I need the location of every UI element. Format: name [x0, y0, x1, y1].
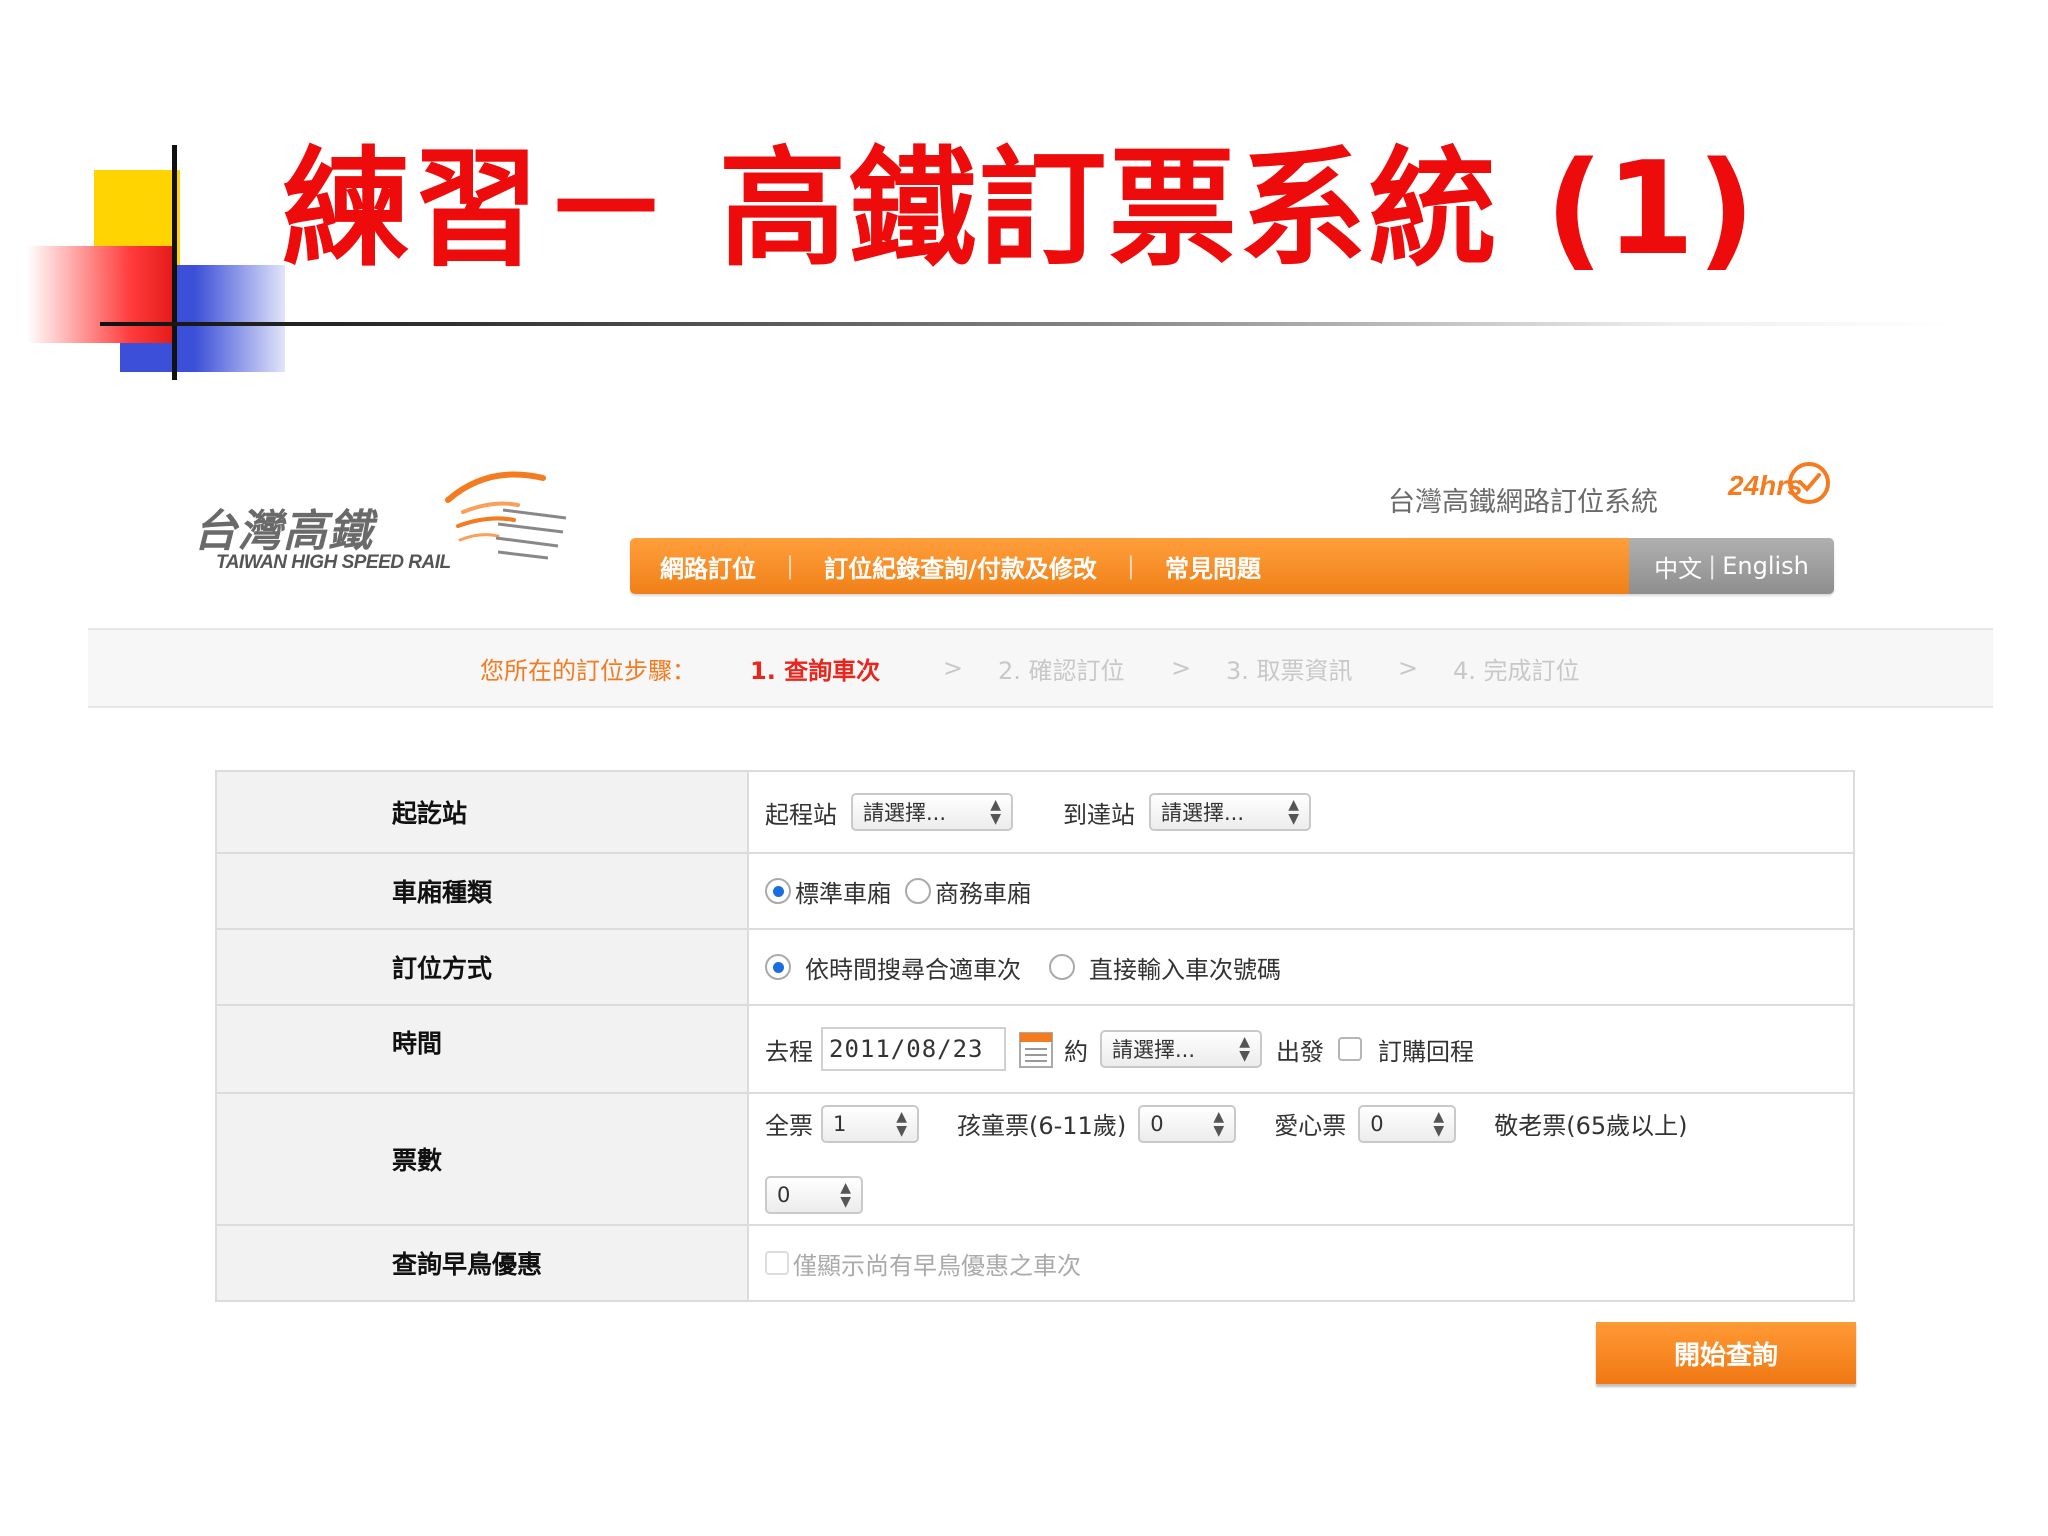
form-row-tickets: 票數 全票 1 ▲ ▼ 孩童票(6-11歲) 0 ▲ ▼ 愛心票 0 ▲ ▼ 敬老票(65歲… — [217, 1094, 1853, 1226]
tickets-label: 票數 — [217, 1094, 749, 1224]
early-bird-checkbox-label: 僅顯示尚有早鳥優惠之車次 — [793, 1251, 1081, 1280]
early-bird-label: 查詢早鳥優惠 — [217, 1226, 749, 1300]
lang-separator: | — [1708, 552, 1717, 580]
select-arrows-icon: ▲ ▼ — [990, 797, 1001, 827]
departure-time-value: 請選擇... — [1112, 1038, 1196, 1062]
select-arrows-icon: ▲ ▼ — [1288, 797, 1299, 827]
adult-ticket-select[interactable]: 1 ▲ ▼ — [821, 1104, 919, 1143]
radio-standard-car[interactable] — [765, 878, 791, 904]
slide-title: 練習－ 高鐵訂票系統 (1) — [282, 135, 1758, 284]
step-3-ticket-info: 3. 取票資訊 — [1226, 656, 1353, 685]
radio-business-car[interactable] — [905, 878, 931, 904]
select-arrows-icon: ▲ ▼ — [1239, 1034, 1250, 1064]
disabled-ticket-value: 0 — [1370, 1111, 1384, 1136]
early-bird-checkbox[interactable] — [765, 1251, 789, 1275]
select-arrows-icon: ▲ ▼ — [1433, 1108, 1445, 1139]
step-arrow: > — [1398, 654, 1419, 682]
disabled-ticket-select[interactable]: 0 ▲ ▼ — [1358, 1104, 1457, 1143]
select-arrows-icon: ▲ ▼ — [896, 1108, 907, 1139]
booking-method-label: 訂位方式 — [217, 930, 749, 1004]
calendar-icon[interactable] — [1018, 1029, 1054, 1069]
step-arrow: > — [943, 654, 964, 682]
senior-ticket-label: 敬老票(65歲以上) — [1494, 1112, 1688, 1140]
adult-ticket-label: 全票 — [765, 1112, 813, 1140]
senior-ticket-value: 0 — [777, 1182, 791, 1207]
departure-time-select[interactable]: 請選擇... ▲ ▼ — [1100, 1030, 1262, 1068]
system-title: 台灣高鐵網路訂位系統 — [1388, 487, 1658, 518]
search-by-time-label[interactable]: 依時間搜尋合適車次 — [805, 950, 1021, 985]
decor-red-square — [27, 246, 177, 343]
form-row-stations: 起訖站 起程站 請選擇... ▲ ▼ 到達站 請選擇... ▲ ▼ — [217, 772, 1853, 854]
booking-steps-bar: 您所在的訂位步驟： 1. 查詢車次 > 2. 確認訂位 > 3. 取票資訊 > … — [88, 628, 1993, 708]
form-row-booking-method: 訂位方式 依時間搜尋合適車次 直接輸入車次號碼 — [217, 930, 1853, 1006]
thsr-logo-icon[interactable] — [418, 460, 568, 580]
adult-ticket-value: 1 — [833, 1111, 847, 1136]
lang-chinese-link[interactable]: 中文 — [1654, 549, 1702, 584]
booking-site-screenshot: 台灣高鐵 TAIWAN HIGH SPEED RAIL 台灣高鐵網路訂位系統 2… — [88, 450, 1993, 1460]
language-switcher: 中文 | English — [1629, 538, 1834, 594]
radio-search-by-time[interactable] — [765, 954, 791, 980]
child-ticket-select[interactable]: 0 ▲ ▼ — [1138, 1104, 1237, 1143]
dest-station-select[interactable]: 請選擇... ▲ ▼ — [1149, 793, 1311, 831]
dest-station-label: 到達站 — [1063, 800, 1135, 829]
nav-separator: | — [786, 552, 795, 580]
decor-vertical-line — [172, 145, 177, 380]
outbound-date-input[interactable]: 2011/08/23 — [821, 1027, 1006, 1071]
search-form: 起訖站 起程站 請選擇... ▲ ▼ 到達站 請選擇... ▲ ▼ 車廂種類 標準車廂 … — [215, 770, 1855, 1302]
decor-title-underline — [100, 322, 1950, 326]
return-trip-label[interactable]: 訂購回程 — [1378, 1032, 1474, 1067]
business-car-label[interactable]: 商務車廂 — [935, 874, 1031, 909]
time-label: 時間 — [217, 1006, 749, 1092]
lang-english-link[interactable]: English — [1722, 552, 1809, 580]
form-row-time: 時間 去程 2011/08/23 約 請選擇... ▲ ▼ 出發 訂購回程 — [217, 1006, 1853, 1094]
disabled-ticket-label: 愛心票 — [1274, 1112, 1347, 1140]
nav-faq[interactable]: 常見問題 — [1135, 538, 1291, 594]
nav-separator: | — [1126, 552, 1135, 580]
nav-booking-history[interactable]: 訂位紀錄查詢/付款及修改 — [794, 538, 1127, 594]
radio-train-number[interactable] — [1049, 954, 1075, 980]
main-nav-bar: 網路訂位 | 訂位紀錄查詢/付款及修改 | 常見問題 中文 | English — [630, 538, 1834, 594]
standard-car-label[interactable]: 標準車廂 — [795, 874, 891, 909]
depart-label: 出發 — [1276, 1037, 1324, 1066]
dest-station-value: 請選擇... — [1161, 801, 1245, 825]
origin-station-value: 請選擇... — [863, 801, 947, 825]
step-arrow: > — [1171, 654, 1192, 682]
step-4-complete: 4. 完成訂位 — [1453, 656, 1580, 685]
outbound-label: 去程 — [765, 1037, 813, 1066]
logo-english[interactable]: TAIWAN HIGH SPEED RAIL — [216, 552, 451, 574]
approx-label: 約 — [1064, 1037, 1088, 1066]
form-row-early-bird: 查詢早鳥優惠 僅顯示尚有早鳥優惠之車次 — [217, 1226, 1853, 1300]
nav-online-booking[interactable]: 網路訂位 — [630, 538, 786, 594]
select-arrows-icon: ▲ ▼ — [1213, 1108, 1225, 1139]
child-ticket-label: 孩童票(6-11歲) — [957, 1112, 1127, 1140]
return-trip-checkbox[interactable] — [1338, 1037, 1362, 1061]
origin-station-select[interactable]: 請選擇... ▲ ▼ — [851, 793, 1013, 831]
step-2-confirm: 2. 確認訂位 — [998, 656, 1125, 685]
steps-label: 您所在的訂位步驟： — [480, 656, 696, 685]
select-arrows-icon: ▲ ▼ — [840, 1179, 851, 1210]
step-1-search: 1. 查詢車次 — [750, 656, 881, 685]
origin-station-label: 起程站 — [765, 800, 837, 829]
senior-ticket-select[interactable]: 0 ▲ ▼ — [765, 1175, 863, 1214]
car-type-label: 車廂種類 — [217, 854, 749, 928]
form-row-car-type: 車廂種類 標準車廂 商務車廂 — [217, 854, 1853, 930]
clock-icon — [1788, 462, 1830, 504]
child-ticket-value: 0 — [1150, 1111, 1164, 1136]
stations-label: 起訖站 — [217, 772, 749, 852]
logo-chinese[interactable]: 台灣高鐵 — [193, 495, 373, 559]
search-button[interactable]: 開始查詢 — [1596, 1322, 1856, 1384]
train-number-label[interactable]: 直接輸入車次號碼 — [1089, 950, 1281, 985]
